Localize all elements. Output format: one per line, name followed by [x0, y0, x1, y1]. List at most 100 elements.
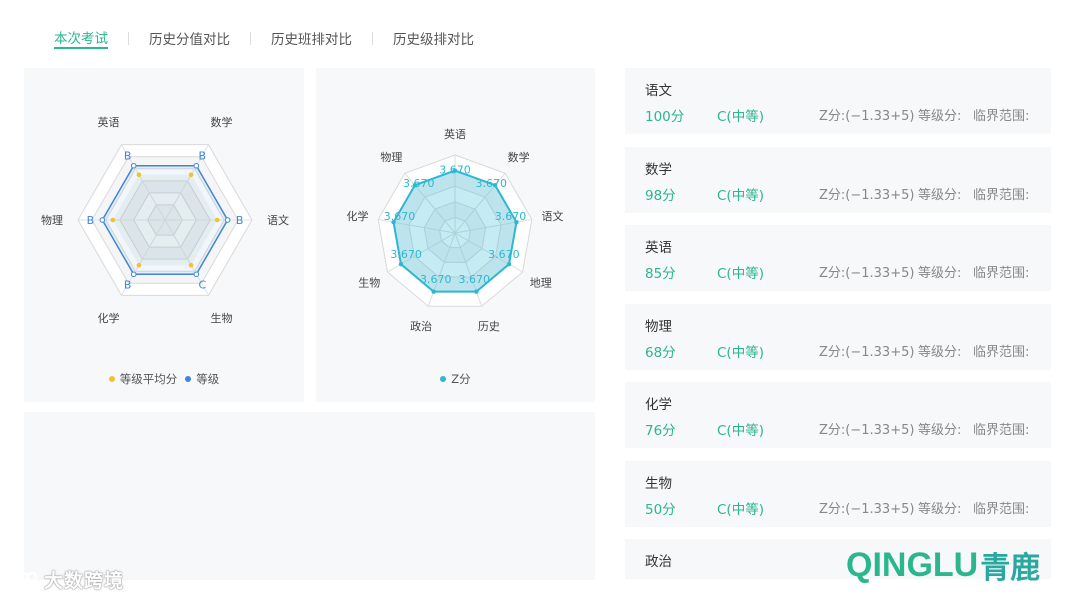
subject-z-score: Z分:(−1.33+5)	[819, 187, 915, 203]
subject-name: 数学	[645, 161, 672, 178]
subject-level: C(中等)	[717, 423, 764, 439]
z-score-value-label: 3.670	[390, 248, 422, 261]
subject-critical-range: 临界范围:	[973, 423, 1030, 438]
subject-card-math: 数学 98分 C(中等) Z分:(−1.33+5) 等级分: 临界范围:	[625, 146, 1051, 213]
z-score-value-label: 3.670	[420, 273, 452, 286]
subject-grade-score: 等级分:	[918, 501, 962, 517]
radar-axis-label: 英语	[444, 127, 466, 141]
grade-average-point	[188, 172, 194, 178]
radar-axis-label: 语文	[541, 209, 563, 223]
subject-z-score: Z分:(−1.33+5)	[819, 423, 915, 438]
watermark-logo-icon	[11, 571, 38, 587]
grade-point	[193, 162, 200, 169]
tab-history-class-rank[interactable]: 历史班排对比	[271, 27, 352, 49]
subject-name: 生物	[645, 475, 672, 492]
legend-item-grade[interactable]: 等级	[185, 371, 219, 387]
subject-level: C(中等)	[717, 109, 764, 125]
subject-card-chinese: 语文 100分 C(中等) Z分:(−1.33+5) 等级分: 临界范围:	[625, 68, 1051, 134]
legend-dot-icon	[108, 376, 115, 382]
grade-point	[130, 162, 137, 169]
z-score-value-label: 3.670	[403, 177, 435, 190]
subject-name: 英语	[645, 240, 672, 256]
subject-score: 85分	[645, 266, 676, 282]
subject-grade-score: 等级分:	[918, 109, 962, 124]
exam-tabs: 本次考试 历史分值对比 历史班排对比 历史级排对比	[54, 26, 474, 50]
legend-dot-icon	[440, 376, 447, 382]
z-score-point	[431, 289, 436, 294]
subject-level: C(中等)	[717, 266, 764, 282]
radar-axis-label: 化学	[98, 311, 120, 325]
radar-axis-label: 物理	[41, 213, 63, 227]
brand-logo: QINGLU 青鹿	[846, 545, 1040, 587]
z-score-value-label: 3.670	[476, 177, 508, 190]
subject-critical-range: 临界范围:	[973, 344, 1030, 360]
subject-name: 政治	[645, 554, 672, 570]
subject-card-chemistry: 化学 76分 C(中等) Z分:(−1.33+5) 等级分: 临界范围:	[625, 382, 1051, 448]
radar-axis-label: 生物	[358, 276, 380, 290]
legend-item-grade-average[interactable]: 等级平均分	[108, 371, 177, 387]
grade-point-label: B	[124, 149, 132, 162]
grade-average-point	[136, 172, 142, 178]
grade-radar-legend: 等级平均分 等级	[24, 371, 304, 387]
legend-dot-icon	[185, 376, 192, 382]
grade-radar-panel: B 数学 B 语文 C 生物 B 化学 B 物理 B 英语 等级平均分 等级	[24, 68, 304, 402]
z-score-radar-panel: 3.670 英语 3.670 数学 3.670 语文 3.670 地理 3.670 历史 3.670…	[316, 68, 595, 402]
radar-axis-label: 数学	[211, 115, 233, 129]
subject-z-score: Z分:(−1.33+5)	[819, 266, 915, 281]
radar-axis-label: 地理	[530, 277, 552, 290]
subject-card-physics: 物理 68分 C(中等) Z分:(−1.33+5) 等级分: 临界范围:	[625, 303, 1051, 370]
subject-z-score: Z分:(−1.33+5)	[819, 344, 915, 360]
grade-point	[224, 217, 231, 223]
z-score-value-label: 3.670	[384, 210, 416, 223]
radar-axis-label: 数学	[508, 150, 530, 164]
subject-critical-range: 临界范围:	[973, 266, 1030, 281]
grade-point-label: C	[198, 279, 206, 292]
z-score-point	[506, 262, 512, 267]
subject-grade-score: 等级分:	[918, 187, 962, 203]
grade-point	[193, 271, 200, 278]
legend-item-z-score[interactable]: Z分	[440, 371, 471, 387]
z-score-value-label: 3.670	[459, 273, 491, 286]
subject-score: 98分	[645, 187, 676, 204]
z-score-value-label: 3.670	[439, 164, 471, 177]
tab-divider	[250, 31, 251, 45]
grade-average-point	[110, 217, 116, 223]
subject-level: C(中等)	[717, 187, 764, 204]
subject-z-score: Z分:(−1.33+5)	[819, 501, 915, 517]
grade-radar-chart: B 数学 B 语文 C 生物 B 化学 B 物理 B 英语	[41, 115, 289, 325]
legend-label: 等级	[196, 372, 220, 386]
watermark: 大数跨境	[10, 566, 124, 593]
subject-level: C(中等)	[717, 501, 764, 518]
grade-point-label: B	[236, 214, 244, 227]
subject-critical-range: 临界范围:	[973, 109, 1030, 124]
grade-point	[99, 217, 106, 223]
tab-history-score[interactable]: 历史分值对比	[149, 27, 230, 49]
radar-axis-label: 语文	[267, 213, 289, 227]
grade-average-point	[136, 262, 142, 268]
watermark-text: 大数跨境	[44, 570, 125, 592]
brand-latin: QINGLU	[846, 545, 979, 584]
grade-average-point	[214, 217, 220, 223]
subject-score: 50分	[645, 501, 676, 518]
grade-point-label: B	[124, 279, 132, 292]
radar-axis-label: 物理	[380, 150, 402, 164]
subject-card-english: 英语 85分 C(中等) Z分:(−1.33+5) 等级分: 临界范围:	[625, 225, 1051, 291]
grade-average-point	[188, 262, 194, 268]
subject-critical-range: 临界范围:	[973, 501, 1030, 517]
radar-axis-label: 历史	[478, 320, 500, 333]
tab-current-exam[interactable]: 本次考试	[54, 27, 108, 49]
subject-critical-range: 临界范围:	[973, 187, 1030, 203]
grade-point	[130, 271, 137, 278]
subject-name: 化学	[645, 397, 672, 413]
grade-point-label: B	[87, 214, 95, 227]
subject-score: 100分	[645, 109, 685, 125]
z-score-value-label: 3.670	[488, 248, 520, 261]
tab-divider	[372, 31, 373, 45]
empty-chart-panel	[24, 412, 595, 580]
subject-name: 物理	[645, 318, 672, 335]
tab-history-grade-rank[interactable]: 历史级排对比	[393, 27, 474, 49]
z-score-radar-legend: Z分	[316, 371, 595, 387]
radar-axis-label: 政治	[410, 319, 432, 333]
subject-grade-score: 等级分:	[918, 266, 962, 281]
subject-grade-score: 等级分:	[918, 344, 962, 360]
